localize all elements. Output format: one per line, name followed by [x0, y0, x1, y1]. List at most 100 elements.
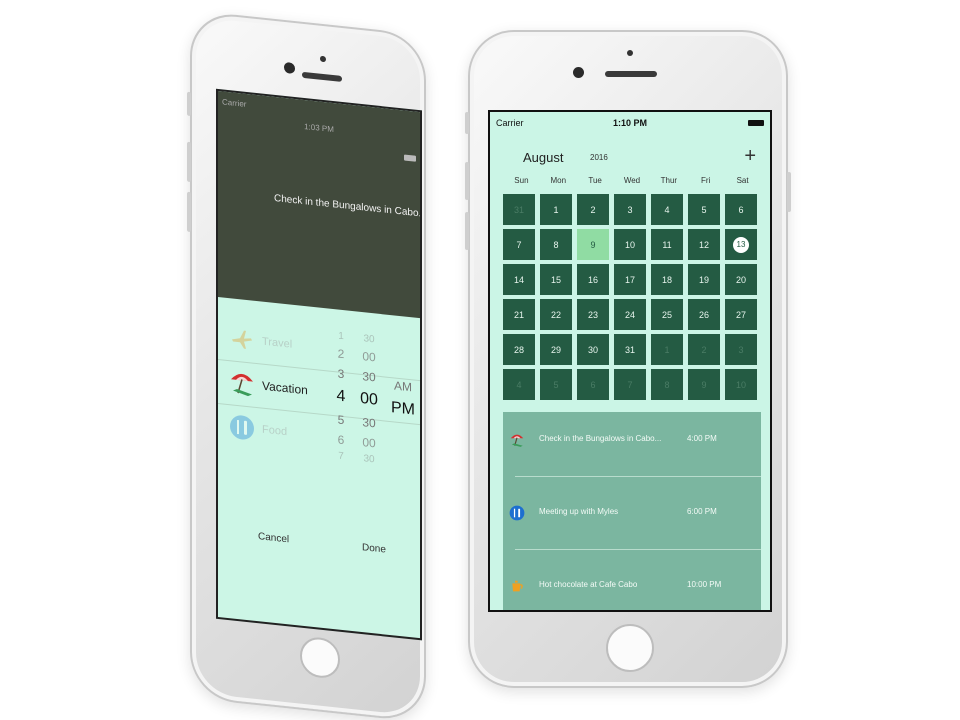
day-cell[interactable]: 10 — [725, 369, 757, 400]
airplane-icon — [228, 324, 256, 355]
category-vacation[interactable]: Vacation — [228, 368, 308, 404]
day-number: 8 — [553, 239, 559, 250]
day-cell[interactable]: 22 — [540, 299, 572, 330]
day-cell[interactable]: 1 — [540, 194, 572, 225]
day-cell[interactable]: 6 — [725, 194, 757, 225]
day-cell[interactable]: 20 — [725, 264, 757, 295]
category-travel[interactable]: Travel — [228, 324, 292, 359]
front-camera — [284, 61, 295, 75]
event-row-food[interactable]: Meeting up with Myles 6:00 PM — [503, 485, 761, 557]
day-cell[interactable]: 7 — [614, 369, 646, 400]
day-cell[interactable]: 4 — [503, 369, 535, 400]
day-number: 13 — [733, 236, 749, 253]
hour-wheel[interactable]: 1 2 3 4 5 6 7 — [330, 329, 352, 465]
event-editor-screen: Carrier 1:03 PM Check in the Bungalows i… — [216, 88, 422, 641]
day-cell[interactable]: 10 — [614, 229, 646, 260]
day-cell[interactable]: 17 — [614, 264, 646, 295]
day-number: 15 — [550, 274, 561, 285]
hour-option: 6 — [337, 432, 345, 448]
event-title: Hot chocolate at Cafe Cabo — [539, 580, 638, 589]
day-cell[interactable]: 8 — [651, 369, 683, 400]
day-cell[interactable]: 7 — [503, 229, 535, 260]
selected-minute: 00 — [360, 389, 378, 409]
day-number: 4 — [664, 204, 670, 215]
day-cell[interactable]: 6 — [577, 369, 609, 400]
day-cell[interactable]: 26 — [688, 299, 720, 330]
day-cell[interactable]: 3 — [725, 334, 757, 365]
home-button[interactable] — [300, 635, 340, 680]
day-number: 12 — [698, 239, 709, 250]
event-title-input[interactable]: Check in the Bungalows in Cabo... — [274, 193, 422, 220]
day-number: 16 — [587, 274, 598, 285]
day-number: 7 — [627, 379, 633, 390]
day-number: 9 — [701, 379, 707, 390]
category-time-picker[interactable]: Travel Vacation Food 1 2 3 4 5 6 7 30 00… — [218, 297, 420, 488]
minute-option: 30 — [362, 369, 376, 385]
day-cell[interactable]: 28 — [503, 334, 535, 365]
day-number: 20 — [735, 274, 746, 285]
day-cell[interactable]: 3 — [614, 194, 646, 225]
day-cell[interactable]: 21 — [503, 299, 535, 330]
day-number: 31 — [624, 344, 635, 355]
meridiem-wheel[interactable]: AM PM — [390, 375, 416, 424]
event-title: Meeting up with Myles — [539, 507, 619, 516]
weekday-label: Tue — [588, 176, 602, 185]
status-bar: Carrier 1:03 PM — [222, 97, 416, 162]
category-food[interactable]: Food — [228, 412, 287, 446]
day-cell[interactable]: 29 — [540, 334, 572, 365]
left-phone: Carrier 1:03 PM Check in the Bungalows i… — [187, 10, 426, 720]
day-cell[interactable]: 12 — [688, 229, 720, 260]
day-number: 10 — [735, 379, 746, 390]
day-number: 4 — [516, 379, 522, 390]
day-cell[interactable]: 27 — [725, 299, 757, 330]
day-cell[interactable]: 8 — [540, 229, 572, 260]
event-row-coffee[interactable]: Hot chocolate at Cafe Cabo 10:00 PM — [503, 558, 761, 610]
day-cell[interactable]: 19 — [688, 264, 720, 295]
day-cell[interactable]: 5 — [688, 194, 720, 225]
day-cell[interactable]: 31 — [503, 194, 535, 225]
day-cell[interactable]: 23 — [577, 299, 609, 330]
day-cell[interactable]: 30 — [577, 334, 609, 365]
beach-umbrella-icon — [228, 368, 256, 399]
day-cell[interactable]: 24 — [614, 299, 646, 330]
day-number: 14 — [513, 274, 524, 285]
weekday-label: Wed — [623, 176, 641, 185]
mockup-stage: Carrier 1:03 PM Check in the Bungalows i… — [0, 0, 960, 720]
proximity-sensor — [320, 55, 326, 63]
day-number: 8 — [664, 379, 670, 390]
hour-option: 3 — [337, 366, 345, 382]
day-cell[interactable]: 15 — [540, 264, 572, 295]
event-title-text: Check in the Bungalows in Cabo... — [274, 192, 422, 221]
day-cell[interactable]: 9 — [688, 369, 720, 400]
day-cell[interactable]: 11 — [651, 229, 683, 260]
day-cell[interactable]: 2 — [577, 194, 609, 225]
done-button[interactable]: Done — [362, 542, 386, 556]
day-cell[interactable]: 2 — [688, 334, 720, 365]
day-cell[interactable]: 5 — [540, 369, 572, 400]
day-cell-selected[interactable]: 9 — [577, 229, 609, 260]
event-time: 6:00 PM — [687, 507, 717, 516]
add-event-button[interactable]: + — [744, 146, 756, 166]
day-cell[interactable]: 16 — [577, 264, 609, 295]
day-number: 30 — [587, 344, 598, 355]
day-cell[interactable]: 25 — [651, 299, 683, 330]
day-cell[interactable]: 14 — [503, 264, 535, 295]
minute-wheel[interactable]: 30 00 30 00 30 00 30 — [358, 332, 380, 468]
cancel-button[interactable]: Cancel — [258, 531, 289, 545]
event-time: 10:00 PM — [687, 580, 722, 589]
day-number: 22 — [550, 309, 561, 320]
volume-down-button — [465, 212, 469, 250]
day-number: 29 — [550, 344, 561, 355]
day-cell-today[interactable]: 13 — [725, 229, 757, 260]
home-button[interactable] — [606, 624, 654, 672]
day-cell[interactable]: 31 — [614, 334, 646, 365]
day-cell[interactable]: 1 — [651, 334, 683, 365]
day-number: 7 — [516, 239, 522, 250]
coffee-pot-icon — [509, 578, 525, 594]
hour-option: 2 — [337, 346, 345, 362]
day-cell[interactable]: 18 — [651, 264, 683, 295]
day-number: 5 — [701, 204, 707, 215]
event-row-vacation[interactable]: Check in the Bungalows in Cabo... 4:00 P… — [503, 412, 761, 484]
right-phone: Carrier 1:10 PM August 2016 + Sun Mon Tue W… — [465, 30, 791, 688]
day-cell[interactable]: 4 — [651, 194, 683, 225]
